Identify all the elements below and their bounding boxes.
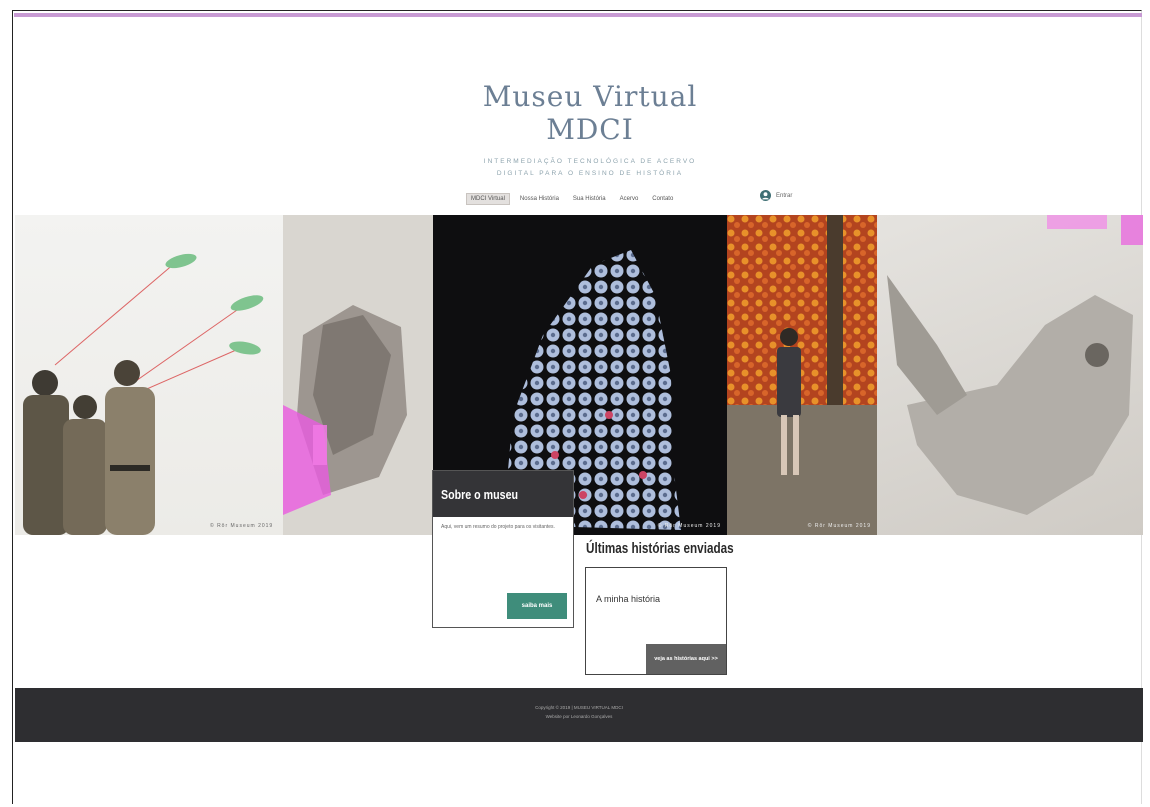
login-link[interactable]: Entrar bbox=[760, 190, 792, 201]
about-text: Aqui, vem um resumo do projeto para os v… bbox=[441, 524, 555, 530]
nav-item-nossa-historia[interactable]: Nossa História bbox=[516, 194, 563, 204]
tagline-line-2: DIGITAL PARA O ENSINO DE HISTÓRIA bbox=[496, 170, 684, 177]
nav-item-sua-historia[interactable]: Sua História bbox=[569, 194, 610, 204]
about-card: Sobre o museu Aqui, vem um resumo do pro… bbox=[432, 470, 574, 628]
nav-item-acervo[interactable]: Acervo bbox=[616, 194, 643, 204]
about-more-button[interactable]: saiba mais bbox=[507, 593, 567, 619]
latest-stories-title: Últimas histórias enviadas bbox=[586, 540, 734, 557]
footer-copyright: Copyright © 2019 | MUSEU VIRTUAL MDCI bbox=[535, 705, 623, 710]
site-logo-title: Museu Virtual MDCI bbox=[482, 80, 698, 146]
site-brand[interactable]: Museu Virtual MDCI INTERMEDIAÇÃO TECNOLÓ… bbox=[440, 80, 740, 180]
user-icon bbox=[760, 190, 771, 201]
gallery-image-2[interactable] bbox=[283, 215, 433, 535]
accent-bar bbox=[14, 13, 1142, 17]
gallery-image-1[interactable] bbox=[15, 215, 283, 535]
see-stories-button[interactable]: veja as histórias aqui >> bbox=[646, 644, 726, 674]
image-credit: © Rôr Museum 2019 bbox=[807, 523, 871, 529]
image-credit: © Rôr Museum 2019 bbox=[657, 523, 721, 529]
collage-rock-image bbox=[283, 305, 407, 515]
footer-credit-link[interactable]: Website por Leonardo Gonçalves bbox=[15, 710, 1143, 719]
nav-item-contato[interactable]: Contato bbox=[648, 194, 677, 204]
about-title: Sobre o museu bbox=[441, 486, 519, 502]
nav-item-mdci-virtual[interactable]: MDCI Virtual bbox=[466, 193, 510, 205]
collage-bird-image bbox=[887, 215, 1143, 515]
gallery-image-4[interactable]: © Rôr Museum 2019 bbox=[727, 215, 877, 535]
about-header: Sobre o museu bbox=[433, 471, 573, 517]
story-title[interactable]: A minha história bbox=[596, 594, 660, 604]
collage-autumn-figure-image bbox=[727, 215, 877, 535]
hero-gallery: © Rôr Museum 2019 © Rôr Museum 2019 © Rô… bbox=[15, 215, 1143, 535]
tagline-line-1: INTERMEDIAÇÃO TECNOLÓGICA DE ACERVO bbox=[483, 158, 697, 165]
image-credit: © Rôr Museum 2019 bbox=[210, 523, 274, 529]
gallery-image-5[interactable] bbox=[877, 215, 1143, 535]
login-label: Entrar bbox=[776, 192, 793, 199]
main-nav: MDCI Virtual Nossa História Sua História… bbox=[466, 192, 677, 206]
site-footer: Copyright © 2019 | MUSEU VIRTUAL MDCI We… bbox=[15, 688, 1143, 742]
collage-women-image bbox=[23, 253, 264, 535]
story-card: A minha história veja as histórias aqui … bbox=[585, 567, 727, 675]
site-tagline: INTERMEDIAÇÃO TECNOLÓGICA DE ACERVO DIGI… bbox=[440, 156, 740, 180]
